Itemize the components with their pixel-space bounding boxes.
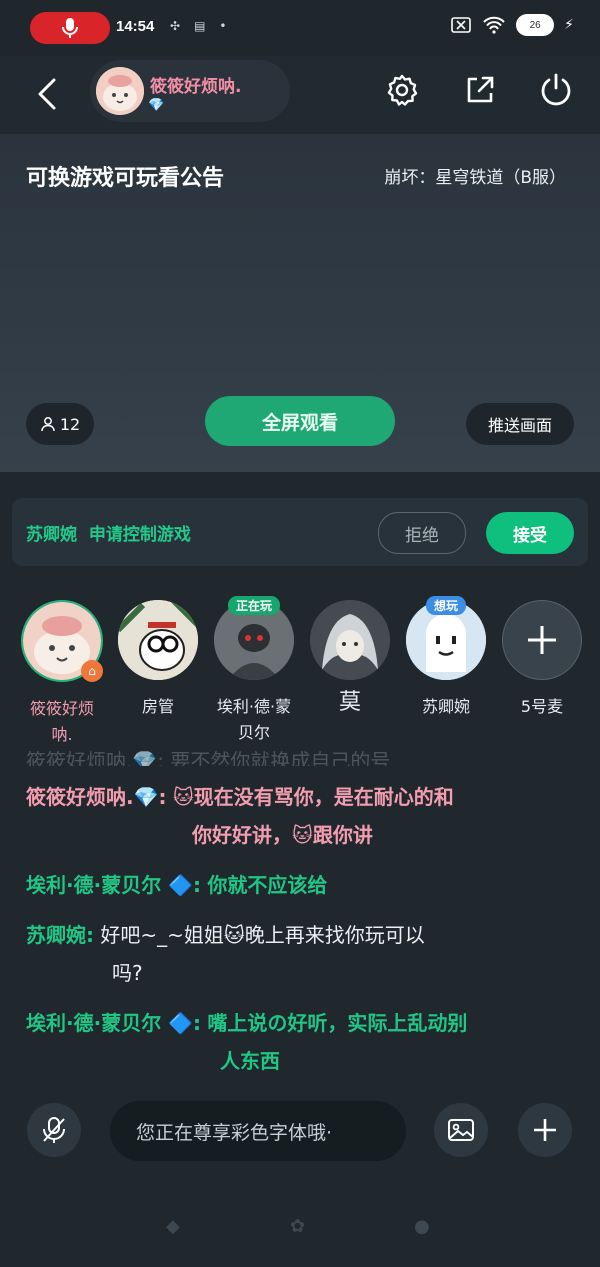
nav-back-icon[interactable]: ◆ xyxy=(166,1216,180,1237)
image-icon xyxy=(448,1119,474,1141)
home-icon: ⌂ xyxy=(81,660,103,682)
plus-icon xyxy=(528,626,556,654)
share-button[interactable] xyxy=(460,70,500,110)
chat-list[interactable]: 筱筱好烦呐.💎: 要不然你就换成自己的号 筱筱好烦呐.💎: 🐱现在没有骂你，是在… xyxy=(0,749,600,1092)
game-name: 崩坏：星穹铁道（B服） xyxy=(384,168,566,188)
message-text-continued: 吗? xyxy=(112,961,143,985)
viewer-count[interactable]: 12 xyxy=(26,403,94,445)
control-request-banner: 苏卿婉 申请控制游戏 拒绝 接受 xyxy=(12,498,588,566)
reject-button[interactable]: 拒绝 xyxy=(378,512,466,554)
gear-icon xyxy=(387,74,418,106)
mic-seats: ⌂ 筱筱好烦 呐. 房管 正在玩 埃利·德·蒙 贝尔 莫 想玩 苏卿婉 5号麦 xyxy=(0,596,600,750)
message-text: 嘴上说の好听，实际上乱动别 xyxy=(207,1011,468,1035)
more-notifications-dot: • xyxy=(219,19,227,33)
charging-icon: ⚡ xyxy=(564,17,574,33)
system-navigation: ◆ ✿ ● xyxy=(0,1200,600,1250)
seat-name: 筱筱好烦 呐. xyxy=(29,699,94,744)
seat-name: 房管 xyxy=(141,697,174,716)
pig-avatar-icon xyxy=(96,67,144,115)
microphone-icon xyxy=(62,18,78,38)
plus-icon xyxy=(534,1119,556,1141)
seat-name: 苏卿婉 xyxy=(421,697,470,716)
message-text: 🐱现在没有骂你，是在耐心的和 xyxy=(172,785,454,809)
mic-seat-3[interactable]: 正在玩 埃利·德·蒙 贝尔 xyxy=(206,596,302,746)
playing-tag: 正在玩 xyxy=(227,596,281,615)
nav-recent-icon[interactable]: ● xyxy=(414,1216,430,1237)
mic-off-icon xyxy=(43,1117,65,1143)
message-text-continued: 你好好讲，🐱跟你讲 xyxy=(192,823,373,847)
settings-button[interactable] xyxy=(382,70,422,110)
push-screen-button[interactable]: 推送画面 xyxy=(466,403,574,445)
chat-message: 苏卿婉: 好吧~_~姐姐🐱晚上再来找你玩可以 xyxy=(26,916,425,954)
chat-message: 埃利·德·蒙贝尔 🔷: 嘴上说の好听，实际上乱动别 xyxy=(26,1004,467,1042)
more-button[interactable] xyxy=(518,1103,572,1157)
anime-avatar-icon xyxy=(310,600,390,680)
room-header: 筱筱好烦呐. 💎 xyxy=(0,56,600,134)
seat-avatar xyxy=(118,600,198,680)
message-sender[interactable]: 苏卿婉: xyxy=(26,923,94,947)
bottom-input-bar: 您正在尊享彩色字体哦· xyxy=(0,1098,600,1164)
accept-button[interactable]: 接受 xyxy=(486,512,574,554)
seat-name: 5号麦 xyxy=(520,697,564,716)
share-icon xyxy=(467,76,494,103)
exit-room-button[interactable] xyxy=(536,70,576,110)
chat-message-faded: 筱筱好烦呐.💎: 要不然你就换成自己的号 xyxy=(26,749,391,766)
message-text: 你就不应该给 xyxy=(207,873,328,897)
owner-name: 筱筱好烦呐. xyxy=(150,77,242,97)
game-stream-area[interactable]: 可换游戏可玩看公告 崩坏：星穹铁道（B服） 12 全屏观看 推送画面 xyxy=(0,134,600,472)
mic-seat-2[interactable]: 房管 xyxy=(110,600,206,720)
seat-name: 埃利·德·蒙 贝尔 xyxy=(216,697,292,742)
person-icon xyxy=(41,417,55,432)
mic-seat-5[interactable]: 想玩 苏卿婉 xyxy=(398,596,494,720)
want-to-play-tag: 想玩 xyxy=(425,596,467,615)
message-sender[interactable]: 筱筱好烦呐.💎: xyxy=(26,785,167,809)
room-title: 可换游戏可玩看公告 xyxy=(26,166,225,191)
wifi-icon xyxy=(483,16,505,34)
chevron-left-icon xyxy=(38,78,56,110)
mic-seat-6-empty[interactable]: 5号麦 xyxy=(494,600,590,720)
sim-off-icon xyxy=(451,17,471,33)
app-notification-icon: ✣ xyxy=(170,19,181,33)
message-text: 好吧~_~姐姐🐱晚上再来找你玩可以 xyxy=(100,923,425,947)
seat-avatar xyxy=(310,600,390,680)
bird-avatar-icon xyxy=(118,600,198,680)
nav-home-icon[interactable]: ✿ xyxy=(290,1216,305,1237)
chat-message: 埃利·德·蒙贝尔 🔷: 你就不应该给 xyxy=(26,866,327,904)
chat-message: 筱筱好烦呐.💎: 🐱现在没有骂你，是在耐心的和 xyxy=(26,778,454,816)
message-sender[interactable]: 埃利·德·蒙贝尔 🔷: xyxy=(26,873,201,897)
message-text-continued: 人东西 xyxy=(220,1049,280,1073)
status-bar: 14:54 ✣ ▤ • 26 ⚡ xyxy=(0,0,600,56)
recording-indicator[interactable] xyxy=(30,12,110,44)
clock: 14:54 xyxy=(116,18,155,35)
power-icon xyxy=(541,73,571,106)
gem-badge-icon: 💎 xyxy=(148,98,165,113)
control-request-text: 苏卿婉 申请控制游戏 xyxy=(26,525,191,545)
mail-notification-icon: ▤ xyxy=(194,19,206,33)
fullscreen-button[interactable]: 全屏观看 xyxy=(205,396,395,446)
mic-seat-4[interactable]: 莫 xyxy=(302,600,398,716)
room-owner-card[interactable]: 筱筱好烦呐. 💎 xyxy=(90,60,290,122)
battery-indicator: 26 xyxy=(516,14,555,36)
image-button[interactable] xyxy=(434,1103,488,1157)
message-sender[interactable]: 埃利·德·蒙贝尔 🔷: xyxy=(26,1011,201,1035)
chat-input[interactable]: 您正在尊享彩色字体哦· xyxy=(110,1101,406,1161)
add-seat-slot[interactable] xyxy=(502,600,582,680)
seat-name: 莫 xyxy=(338,690,361,715)
mic-seat-1[interactable]: ⌂ 筱筱好烦 呐. xyxy=(14,600,110,748)
back-button[interactable] xyxy=(30,74,70,114)
mute-mic-button[interactable] xyxy=(27,1103,81,1157)
owner-avatar xyxy=(96,67,144,115)
